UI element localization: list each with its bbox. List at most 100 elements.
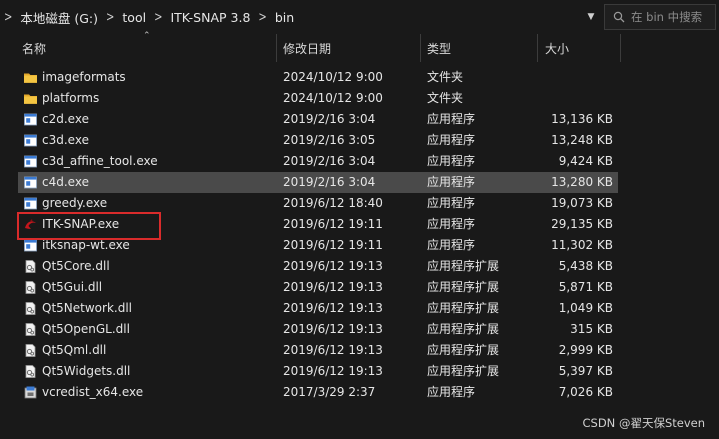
column-date-header[interactable]: 修改日期 (283, 34, 331, 62)
file-name[interactable]: c4d.exe (42, 172, 89, 193)
file-name[interactable]: platforms (42, 88, 99, 109)
column-divider[interactable] (620, 34, 621, 62)
file-row[interactable]: Qt5OpenGL.dll 2019/6/12 19:13 应用程序扩展 315 KB (18, 319, 618, 340)
file-size: 13,136 KB (551, 112, 613, 126)
breadcrumb-drive[interactable]: 本地磁盘 (G:) (16, 8, 102, 27)
chevron-right-icon[interactable]: > (102, 10, 118, 24)
file-row[interactable]: c3d_affine_tool.exe 2019/2/16 3:04 应用程序 9,4… (18, 151, 618, 172)
file-date: 2019/6/12 19:11 (283, 238, 383, 252)
file-size: 7,026 KB (558, 385, 613, 399)
file-row[interactable]: Qt5Network.dll 2019/6/12 19:13 应用程序扩展 1,049… (18, 298, 618, 319)
file-date: 2019/2/16 3:04 (283, 154, 376, 168)
chevron-right-icon[interactable]: > (254, 10, 270, 24)
breadcrumb-bin[interactable]: bin (271, 10, 298, 25)
file-row[interactable]: Qt5Widgets.dll 2019/6/12 19:13 应用程序扩展 5,397… (18, 361, 618, 382)
chevron-right-icon[interactable]: > (0, 10, 16, 24)
column-divider[interactable] (276, 34, 277, 62)
file-name[interactable]: vcredist_x64.exe (42, 382, 143, 403)
file-name[interactable]: Qt5OpenGL.dll (42, 319, 130, 340)
file-type: 应用程序 (427, 112, 476, 126)
exe-icon (23, 154, 38, 169)
search-box[interactable] (604, 4, 716, 30)
file-size: 19,073 KB (551, 196, 613, 210)
file-type: 应用程序扩展 (427, 343, 500, 357)
search-input[interactable] (631, 10, 711, 24)
file-row[interactable]: greedy.exe 2019/6/12 18:40 应用程序 19,073 KB (18, 193, 618, 214)
file-size: 9,424 KB (558, 154, 613, 168)
file-type: 应用程序 (427, 175, 476, 189)
address-history-dropdown[interactable]: ▼ (582, 8, 600, 26)
file-name[interactable]: c3d.exe (42, 130, 89, 151)
file-date: 2019/2/16 3:04 (283, 112, 376, 126)
breadcrumb-itksnap[interactable]: ITK-SNAP 3.8 (166, 10, 254, 25)
column-divider[interactable] (420, 34, 421, 62)
file-type: 应用程序扩展 (427, 259, 500, 273)
file-name[interactable]: Qt5Core.dll (42, 256, 110, 277)
file-name[interactable]: imageformats (42, 67, 126, 88)
installer-icon (23, 385, 38, 400)
chevron-right-icon[interactable]: > (150, 10, 166, 24)
file-type: 文件夹 (427, 70, 464, 84)
file-size: 2,999 KB (558, 343, 613, 357)
file-row[interactable]: Qt5Qml.dll 2019/6/12 19:13 应用程序扩展 2,999 KB (18, 340, 618, 361)
file-date: 2019/6/12 19:11 (283, 217, 383, 231)
file-name[interactable]: Qt5Qml.dll (42, 340, 106, 361)
file-type: 应用程序 (427, 238, 476, 252)
file-size: 29,135 KB (551, 217, 613, 231)
dll-icon (23, 322, 38, 337)
exe-icon (23, 196, 38, 211)
file-date: 2017/3/29 2:37 (283, 385, 376, 399)
file-row[interactable]: imageformats 2024/10/12 9:00 文件夹 (18, 67, 618, 88)
file-name[interactable]: c2d.exe (42, 109, 89, 130)
file-name[interactable]: Qt5Gui.dll (42, 277, 102, 298)
file-date: 2024/10/12 9:00 (283, 70, 383, 84)
dll-icon (23, 301, 38, 316)
file-size: 5,871 KB (558, 280, 613, 294)
file-row[interactable]: c2d.exe 2019/2/16 3:04 应用程序 13,136 KB (18, 109, 618, 130)
column-size-header[interactable]: 大小 (545, 34, 569, 62)
file-row[interactable]: vcredist_x64.exe 2017/3/29 2:37 应用程序 7,026 … (18, 382, 618, 403)
breadcrumb-tool[interactable]: tool (118, 10, 150, 25)
exe-icon (23, 133, 38, 148)
column-type-header[interactable]: 类型 (427, 34, 451, 62)
file-size: 1,049 KB (558, 301, 613, 315)
dll-icon (23, 259, 38, 274)
address-bar-row: > 本地磁盘 (G:) > tool > ITK-SNAP 3.8 > bin … (0, 0, 719, 34)
sort-up-icon: ⌃ (143, 31, 151, 41)
file-type: 应用程序 (427, 217, 476, 231)
folder-icon (23, 91, 38, 106)
file-name[interactable]: Qt5Network.dll (42, 298, 132, 319)
file-name[interactable]: greedy.exe (42, 193, 107, 214)
search-icon (613, 11, 625, 23)
file-date: 2019/6/12 18:40 (283, 196, 383, 210)
file-row[interactable]: Qt5Gui.dll 2019/6/12 19:13 应用程序扩展 5,871 KB (18, 277, 618, 298)
file-date: 2024/10/12 9:00 (283, 91, 383, 105)
file-type: 应用程序扩展 (427, 301, 500, 315)
column-name-header[interactable]: 名称 (22, 34, 46, 62)
file-row[interactable]: c4d.exe 2019/2/16 3:04 应用程序 13,280 KB (18, 172, 618, 193)
file-date: 2019/2/16 3:04 (283, 175, 376, 189)
watermark: CSDN @翟天保Steven (582, 416, 706, 430)
file-type: 应用程序 (427, 385, 476, 399)
file-size: 5,438 KB (558, 259, 613, 273)
file-row[interactable]: Qt5Core.dll 2019/6/12 19:13 应用程序扩展 5,438 KB (18, 256, 618, 277)
file-date: 2019/6/12 19:13 (283, 259, 383, 273)
file-size: 5,397 KB (558, 364, 613, 378)
file-type: 应用程序扩展 (427, 280, 500, 294)
folder-icon (23, 70, 38, 85)
file-name[interactable]: Qt5Widgets.dll (42, 361, 130, 382)
file-date: 2019/6/12 19:13 (283, 343, 383, 357)
file-size: 13,280 KB (551, 175, 613, 189)
file-size: 315 KB (570, 322, 613, 336)
file-type: 应用程序扩展 (427, 322, 500, 336)
file-row[interactable]: platforms 2024/10/12 9:00 文件夹 (18, 88, 618, 109)
dll-icon (23, 343, 38, 358)
file-name[interactable]: c3d_affine_tool.exe (42, 151, 158, 172)
column-divider[interactable] (537, 34, 538, 62)
dll-icon (23, 364, 38, 379)
file-row[interactable]: c3d.exe 2019/2/16 3:05 应用程序 13,248 KB (18, 130, 618, 151)
exe-icon (23, 112, 38, 127)
breadcrumb: > 本地磁盘 (G:) > tool > ITK-SNAP 3.8 > bin (0, 4, 578, 30)
dll-icon (23, 280, 38, 295)
file-date: 2019/6/12 19:13 (283, 322, 383, 336)
